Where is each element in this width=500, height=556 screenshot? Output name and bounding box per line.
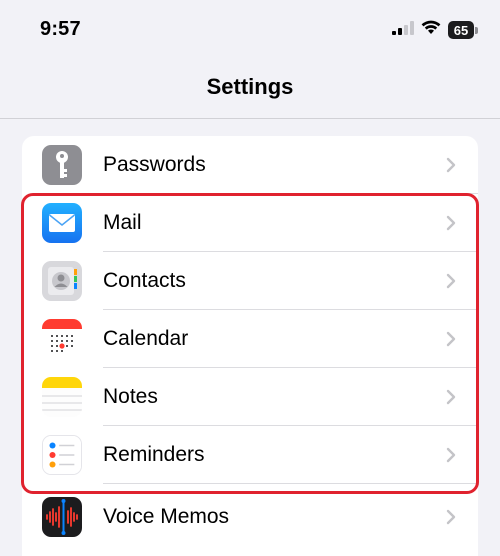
settings-row-label: Notes <box>103 385 158 408</box>
envelope-icon <box>42 203 82 243</box>
waveform-icon <box>42 497 82 537</box>
settings-row-label: Calendar <box>103 327 189 350</box>
wifi-icon <box>421 20 441 40</box>
chevron-right-icon <box>446 215 456 231</box>
notes-icon <box>42 377 82 417</box>
battery-level: 65 <box>448 21 474 39</box>
settings-list: Passwords Mail Contacts Calendar Notes R… <box>22 136 478 556</box>
settings-row-notes[interactable]: Notes <box>22 368 478 426</box>
settings-row-voice-memos[interactable]: Voice Memos <box>22 488 478 546</box>
calendar-icon <box>42 319 82 359</box>
settings-row-calendar[interactable]: Calendar <box>22 310 478 368</box>
settings-row-reminders[interactable]: Reminders <box>22 426 478 484</box>
chevron-right-icon <box>446 389 456 405</box>
navigation-bar: Settings <box>0 58 500 119</box>
status-bar: 9:57 65 <box>0 0 500 58</box>
chevron-right-icon <box>446 447 456 463</box>
contact-card-icon <box>42 261 82 301</box>
reminders-icon <box>42 435 82 475</box>
key-icon <box>42 145 82 185</box>
status-icons: 65 <box>392 19 478 41</box>
settings-row-mail[interactable]: Mail <box>22 194 478 252</box>
settings-row-label: Voice Memos <box>103 505 230 528</box>
battery-icon: 65 <box>448 21 478 39</box>
cellular-signal-icon <box>392 20 414 40</box>
settings-row-label: Contacts <box>103 269 186 292</box>
status-time: 9:57 <box>40 18 81 40</box>
settings-row-contacts[interactable]: Contacts <box>22 252 478 310</box>
page-title: Settings <box>206 74 294 99</box>
settings-row-label: Reminders <box>103 443 205 466</box>
chevron-right-icon <box>446 157 456 173</box>
settings-row-label: Passwords <box>103 153 206 176</box>
settings-row-passwords[interactable]: Passwords <box>22 136 478 194</box>
chevron-right-icon <box>446 509 456 525</box>
chevron-right-icon <box>446 273 456 289</box>
settings-row-label: Mail <box>103 211 142 234</box>
chevron-right-icon <box>446 331 456 347</box>
